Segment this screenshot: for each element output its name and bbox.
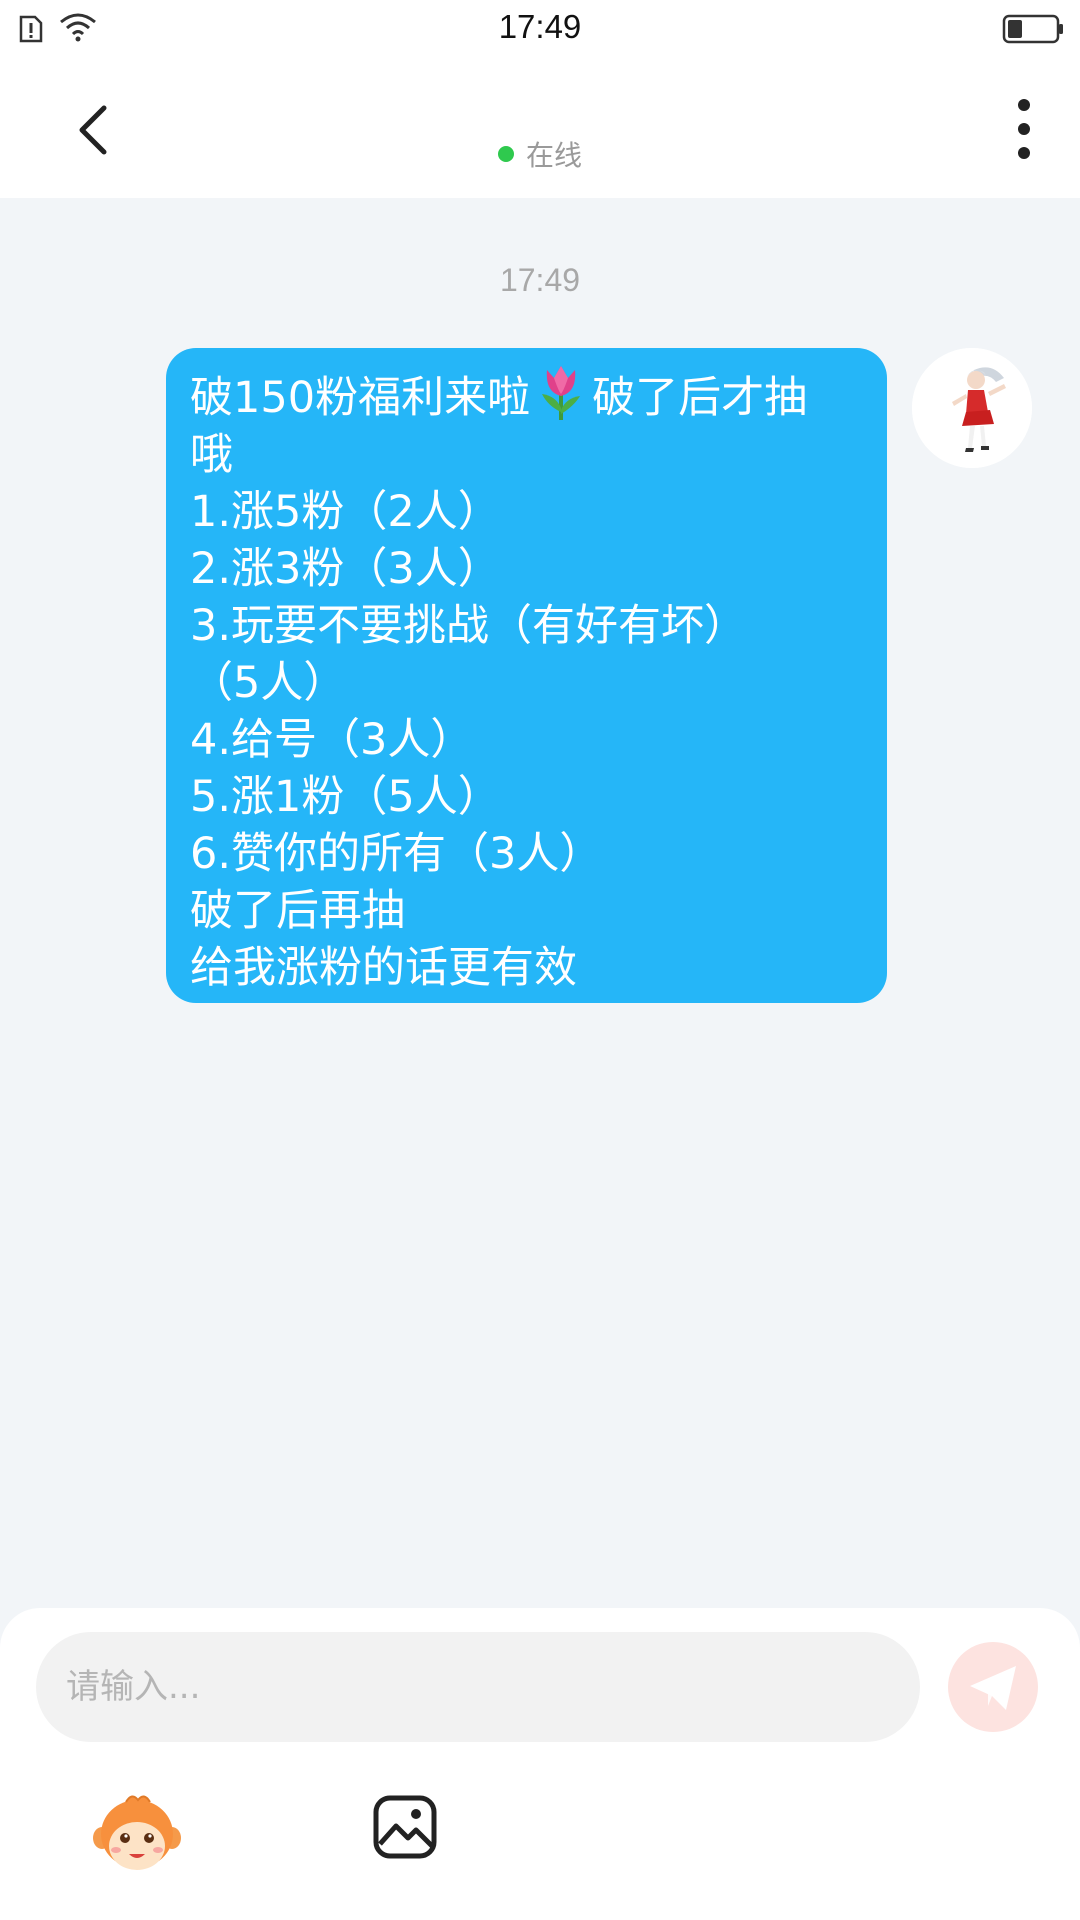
more-options-button[interactable]: [980, 94, 1050, 164]
anime-character-avatar-icon: [912, 348, 1032, 468]
online-status-label: 在线: [525, 139, 582, 172]
composer-bar: [0, 1608, 1080, 1920]
message-line: 破150粉福利来啦 破了后才抽: [190, 360, 869, 427]
emoji-button[interactable]: [92, 1792, 182, 1876]
message-timestamp: 17:49: [499, 262, 581, 298]
message-line: 6.赞你的所有（3人）: [190, 829, 603, 879]
message-line: 给我涨粉的话更有效: [190, 943, 577, 993]
image-button[interactable]: [372, 1794, 438, 1860]
chat-screen: 17:49 在线 17:49 破150粉福利来啦 破了后才抽 哦 1.涨5粉（2…: [0, 0, 1080, 1920]
message-input[interactable]: [36, 1632, 920, 1742]
message-line: 4.给号（3人）: [190, 715, 474, 765]
message-bubble[interactable]: 破150粉福利来啦 破了后才抽 哦 1.涨5粉（2人） 2.涨3粉（3人） 3.…: [166, 348, 887, 1003]
message-line: 破了后再抽: [190, 886, 405, 936]
paper-plane-icon: [970, 1666, 1016, 1710]
monkey-face-icon: [93, 1795, 181, 1870]
tulip-icon: [542, 366, 581, 420]
more-vertical-icon: [1018, 99, 1030, 159]
online-status: 在线: [0, 134, 1080, 174]
message-line: 2.涨3粉（3人）: [190, 544, 501, 594]
message-line: （5人）: [190, 658, 347, 708]
battery-icon: [1002, 14, 1063, 44]
online-dot-icon: [497, 146, 514, 162]
avatar[interactable]: [912, 348, 1032, 468]
message-line: 3.玩要不要挑战（有好有坏）: [190, 601, 748, 651]
message-line: 5.涨1粉（5人）: [190, 772, 501, 822]
image-icon: [373, 1795, 437, 1859]
message-line: 哦: [190, 430, 233, 480]
nav-bar: 在线: [0, 58, 1080, 198]
status-bar: 17:49: [0, 0, 1080, 58]
message-line: 1.涨5粉（2人）: [190, 487, 501, 537]
status-time: 17:49: [498, 8, 582, 45]
send-button[interactable]: [948, 1642, 1038, 1732]
